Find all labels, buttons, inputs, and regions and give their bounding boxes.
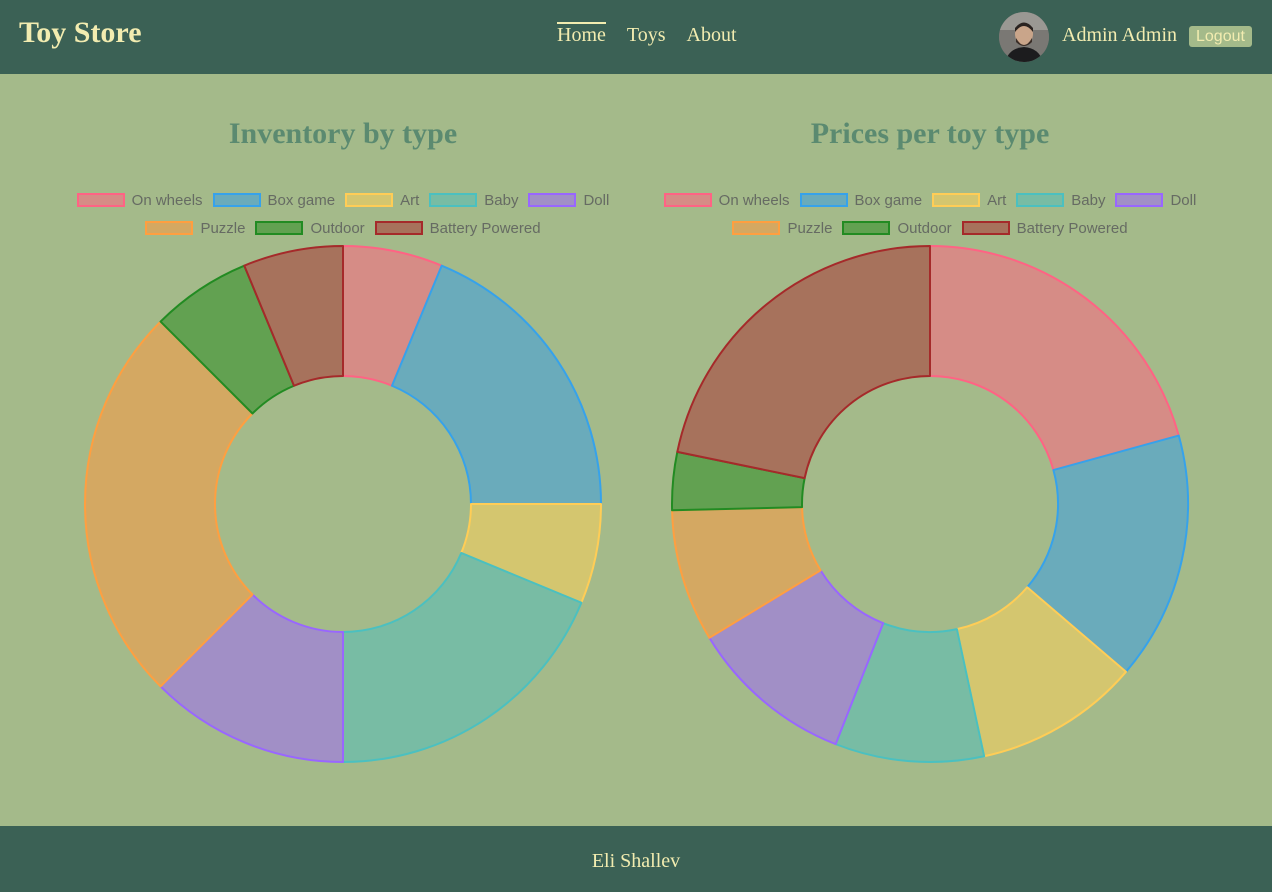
footer-author: Eli Shallev [591,850,681,872]
nav-toys-link[interactable]: Toys [627,22,666,47]
donut-slice-battery-powered[interactable] [676,245,931,480]
avatar-image [999,12,1049,62]
user-name[interactable]: Admin Admin [1062,24,1177,47]
logout-button[interactable]: Logout [1189,26,1252,47]
inventory-chart: Inventory by type On wheels Box game Art Ba… [43,74,643,826]
user-avatar[interactable] [999,12,1049,62]
donut-slice-on-wheels[interactable] [929,245,1180,472]
main-nav: Home Toys About [557,22,737,47]
prices-chart: Prices per toy type On wheels Box game Art… [630,74,1230,826]
nav-home-link[interactable]: Home [557,22,606,47]
donut-chart [84,245,602,763]
nav-about-link[interactable]: About [687,22,737,47]
brand-title[interactable]: Toy Store [19,16,142,50]
header-bar: Toy Store Home Toys About Admin Admin Lo… [0,0,1272,74]
footer-bar: Eli Shallev [0,826,1272,892]
donut-chart [671,245,1189,763]
